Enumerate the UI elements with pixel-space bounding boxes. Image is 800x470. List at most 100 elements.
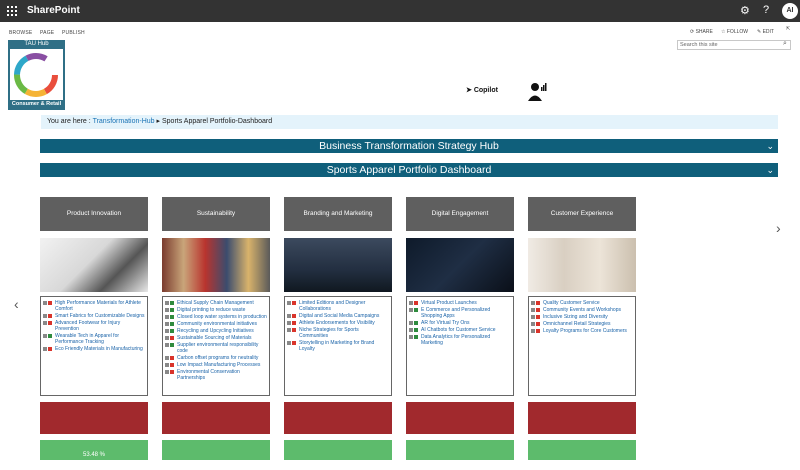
- pin-icon[interactable]: ⇱: [786, 26, 790, 32]
- column-header[interactable]: Branding and Marketing: [284, 197, 392, 231]
- list-item[interactable]: AI Chatbots for Customer Service: [409, 327, 511, 333]
- initiative-list: High Performance Materials for Athlete C…: [40, 296, 148, 396]
- grey-square-icon: [43, 347, 47, 351]
- list-item[interactable]: Limited Editions and Designer Collaborat…: [287, 300, 389, 312]
- app-title[interactable]: SharePoint: [27, 5, 80, 16]
- column-image[interactable]: [40, 238, 148, 292]
- search-icon[interactable]: ⌕: [783, 40, 787, 48]
- help-icon[interactable]: ?: [763, 4, 769, 16]
- status-square-icon: [292, 328, 296, 332]
- list-item[interactable]: Wearable Tech in Apparel for Performance…: [43, 333, 145, 345]
- column-image[interactable]: [284, 238, 392, 292]
- list-item[interactable]: Loyalty Programs for Core Customers: [531, 328, 633, 334]
- carousel-prev-arrow[interactable]: ‹: [14, 296, 19, 312]
- chevron-down-icon[interactable]: ⌄: [766, 139, 774, 153]
- status-tile-red: [284, 402, 392, 434]
- grey-square-icon: [531, 315, 535, 319]
- ribbon-tab-publish[interactable]: PUBLISH: [62, 30, 85, 36]
- ribbon-tab-page[interactable]: PAGE: [40, 30, 54, 36]
- list-item[interactable]: Recycling and Upcycling Initiatives: [165, 328, 267, 334]
- column-image[interactable]: [162, 238, 270, 292]
- list-item[interactable]: Supplier environmental responsibility co…: [165, 342, 267, 354]
- share-button[interactable]: ⟳ SHARE: [690, 29, 713, 35]
- ribbon-tab-browse[interactable]: BROWSE: [9, 30, 32, 36]
- list-item[interactable]: AR for Virtual Try Ons: [409, 320, 511, 326]
- avatar[interactable]: AI: [782, 3, 798, 19]
- search-input[interactable]: Search this site: [677, 40, 791, 50]
- list-item[interactable]: Carbon offset programs for neutrality: [165, 355, 267, 361]
- column-header[interactable]: Customer Experience: [528, 197, 636, 231]
- list-item[interactable]: Closed loop water systems in production: [165, 314, 267, 320]
- progress-tile: [162, 440, 270, 460]
- list-item-label: Low Impact Manufacturing Processes: [177, 362, 261, 368]
- breadcrumb: You are here : Transformation-Hub ▸ Spor…: [41, 115, 778, 129]
- banner-portfolio-dashboard[interactable]: Sports Apparel Portfolio Dashboard ⌄: [40, 163, 778, 177]
- grey-square-icon: [165, 301, 169, 305]
- list-item-label: Digital and Social Media Campaigns: [299, 313, 380, 319]
- follow-label: FOLLOW: [726, 29, 748, 35]
- list-item-label: Recycling and Upcycling Initiatives: [177, 328, 254, 334]
- list-item[interactable]: Omnichannel Retail Strategies: [531, 321, 633, 327]
- list-item[interactable]: Eco Friendly Materials in Manufacturing: [43, 346, 145, 352]
- progress-tile: 53.48 %: [40, 440, 148, 460]
- list-item[interactable]: Inclusive Sizing and Diversity: [531, 314, 633, 320]
- list-item[interactable]: Sustainable Sourcing of Materials: [165, 335, 267, 341]
- list-item[interactable]: Community environmental initiatives: [165, 321, 267, 327]
- list-item[interactable]: Virtual Product Launches: [409, 300, 511, 306]
- follow-button[interactable]: ☆ FOLLOW: [721, 29, 748, 35]
- list-item[interactable]: Quality Customer Service: [531, 300, 633, 306]
- list-item-label: Smart Fabrics for Customizable Designs: [55, 313, 145, 319]
- edit-button[interactable]: ✎ EDIT: [757, 29, 774, 35]
- list-item[interactable]: Niche Strategies for Sports Communities: [287, 327, 389, 339]
- initiative-list: Limited Editions and Designer Collaborat…: [284, 296, 392, 396]
- column-header[interactable]: Digital Engagement: [406, 197, 514, 231]
- list-item[interactable]: Smart Fabrics for Customizable Designs: [43, 313, 145, 319]
- grey-square-icon: [409, 321, 413, 325]
- carousel-next-arrow[interactable]: ›: [776, 220, 781, 236]
- list-item[interactable]: Environmental Conservation Partnerships: [165, 369, 267, 381]
- grey-square-icon: [531, 329, 535, 333]
- status-square-icon: [170, 336, 174, 340]
- banner-title: Business Transformation Strategy Hub: [319, 140, 499, 152]
- list-item[interactable]: Advanced Footwear for Injury Prevention: [43, 320, 145, 332]
- status-square-icon: [48, 347, 52, 351]
- status-square-icon: [170, 308, 174, 312]
- pencil-icon: ✎: [757, 29, 762, 35]
- column-image[interactable]: [528, 238, 636, 292]
- list-item[interactable]: Ethical Supply Chain Management: [165, 300, 267, 306]
- banner-strategy-hub[interactable]: Business Transformation Strategy Hub ⌄: [40, 139, 778, 153]
- gear-icon[interactable]: ⚙: [740, 4, 750, 17]
- list-item[interactable]: E Commerce and Personalized Shopping App…: [409, 307, 511, 319]
- list-item[interactable]: Data Analytics for Personalized Marketin…: [409, 334, 511, 346]
- list-item[interactable]: High Performance Materials for Athlete C…: [43, 300, 145, 312]
- status-square-icon: [292, 301, 296, 305]
- list-item-label: Environmental Conservation Partnerships: [177, 369, 240, 381]
- list-item[interactable]: Athlete Endorsements for Visibility: [287, 320, 389, 326]
- copilot-link[interactable]: ➤ Copilot: [466, 86, 498, 94]
- list-item[interactable]: Digital and Social Media Campaigns: [287, 313, 389, 319]
- app-launcher-icon[interactable]: [7, 6, 17, 16]
- column-image[interactable]: [406, 238, 514, 292]
- initiative-list: Virtual Product Launches E Commerce and P…: [406, 296, 514, 396]
- list-item[interactable]: Community Events and Workshops: [531, 307, 633, 313]
- list-item[interactable]: Digital printing to reduce waste: [165, 307, 267, 313]
- list-item-label: AI Chatbots for Customer Service: [421, 327, 496, 333]
- grey-square-icon: [43, 301, 47, 305]
- person-chart-icon[interactable]: [527, 81, 547, 106]
- grey-square-icon: [43, 334, 47, 338]
- site-logo[interactable]: TAU Hub Consumer & Retail: [8, 40, 65, 110]
- list-item-label: Athlete Endorsements for Visibility: [299, 320, 375, 326]
- chevron-down-icon[interactable]: ⌄: [766, 163, 774, 177]
- column-header[interactable]: Product Innovation: [40, 197, 148, 231]
- list-item[interactable]: Low Impact Manufacturing Processes: [165, 362, 267, 368]
- status-square-icon: [536, 329, 540, 333]
- list-item-label: Quality Customer Service: [543, 300, 600, 306]
- status-square-icon: [414, 335, 418, 339]
- logo-image: [10, 49, 63, 100]
- list-item[interactable]: Storytelling in Marketing for Brand Loya…: [287, 340, 389, 352]
- progress-tile: [406, 440, 514, 460]
- breadcrumb-link[interactable]: Transformation-Hub: [93, 118, 155, 125]
- grey-square-icon: [287, 341, 291, 345]
- grey-square-icon: [531, 308, 535, 312]
- column-header[interactable]: Sustainability: [162, 197, 270, 231]
